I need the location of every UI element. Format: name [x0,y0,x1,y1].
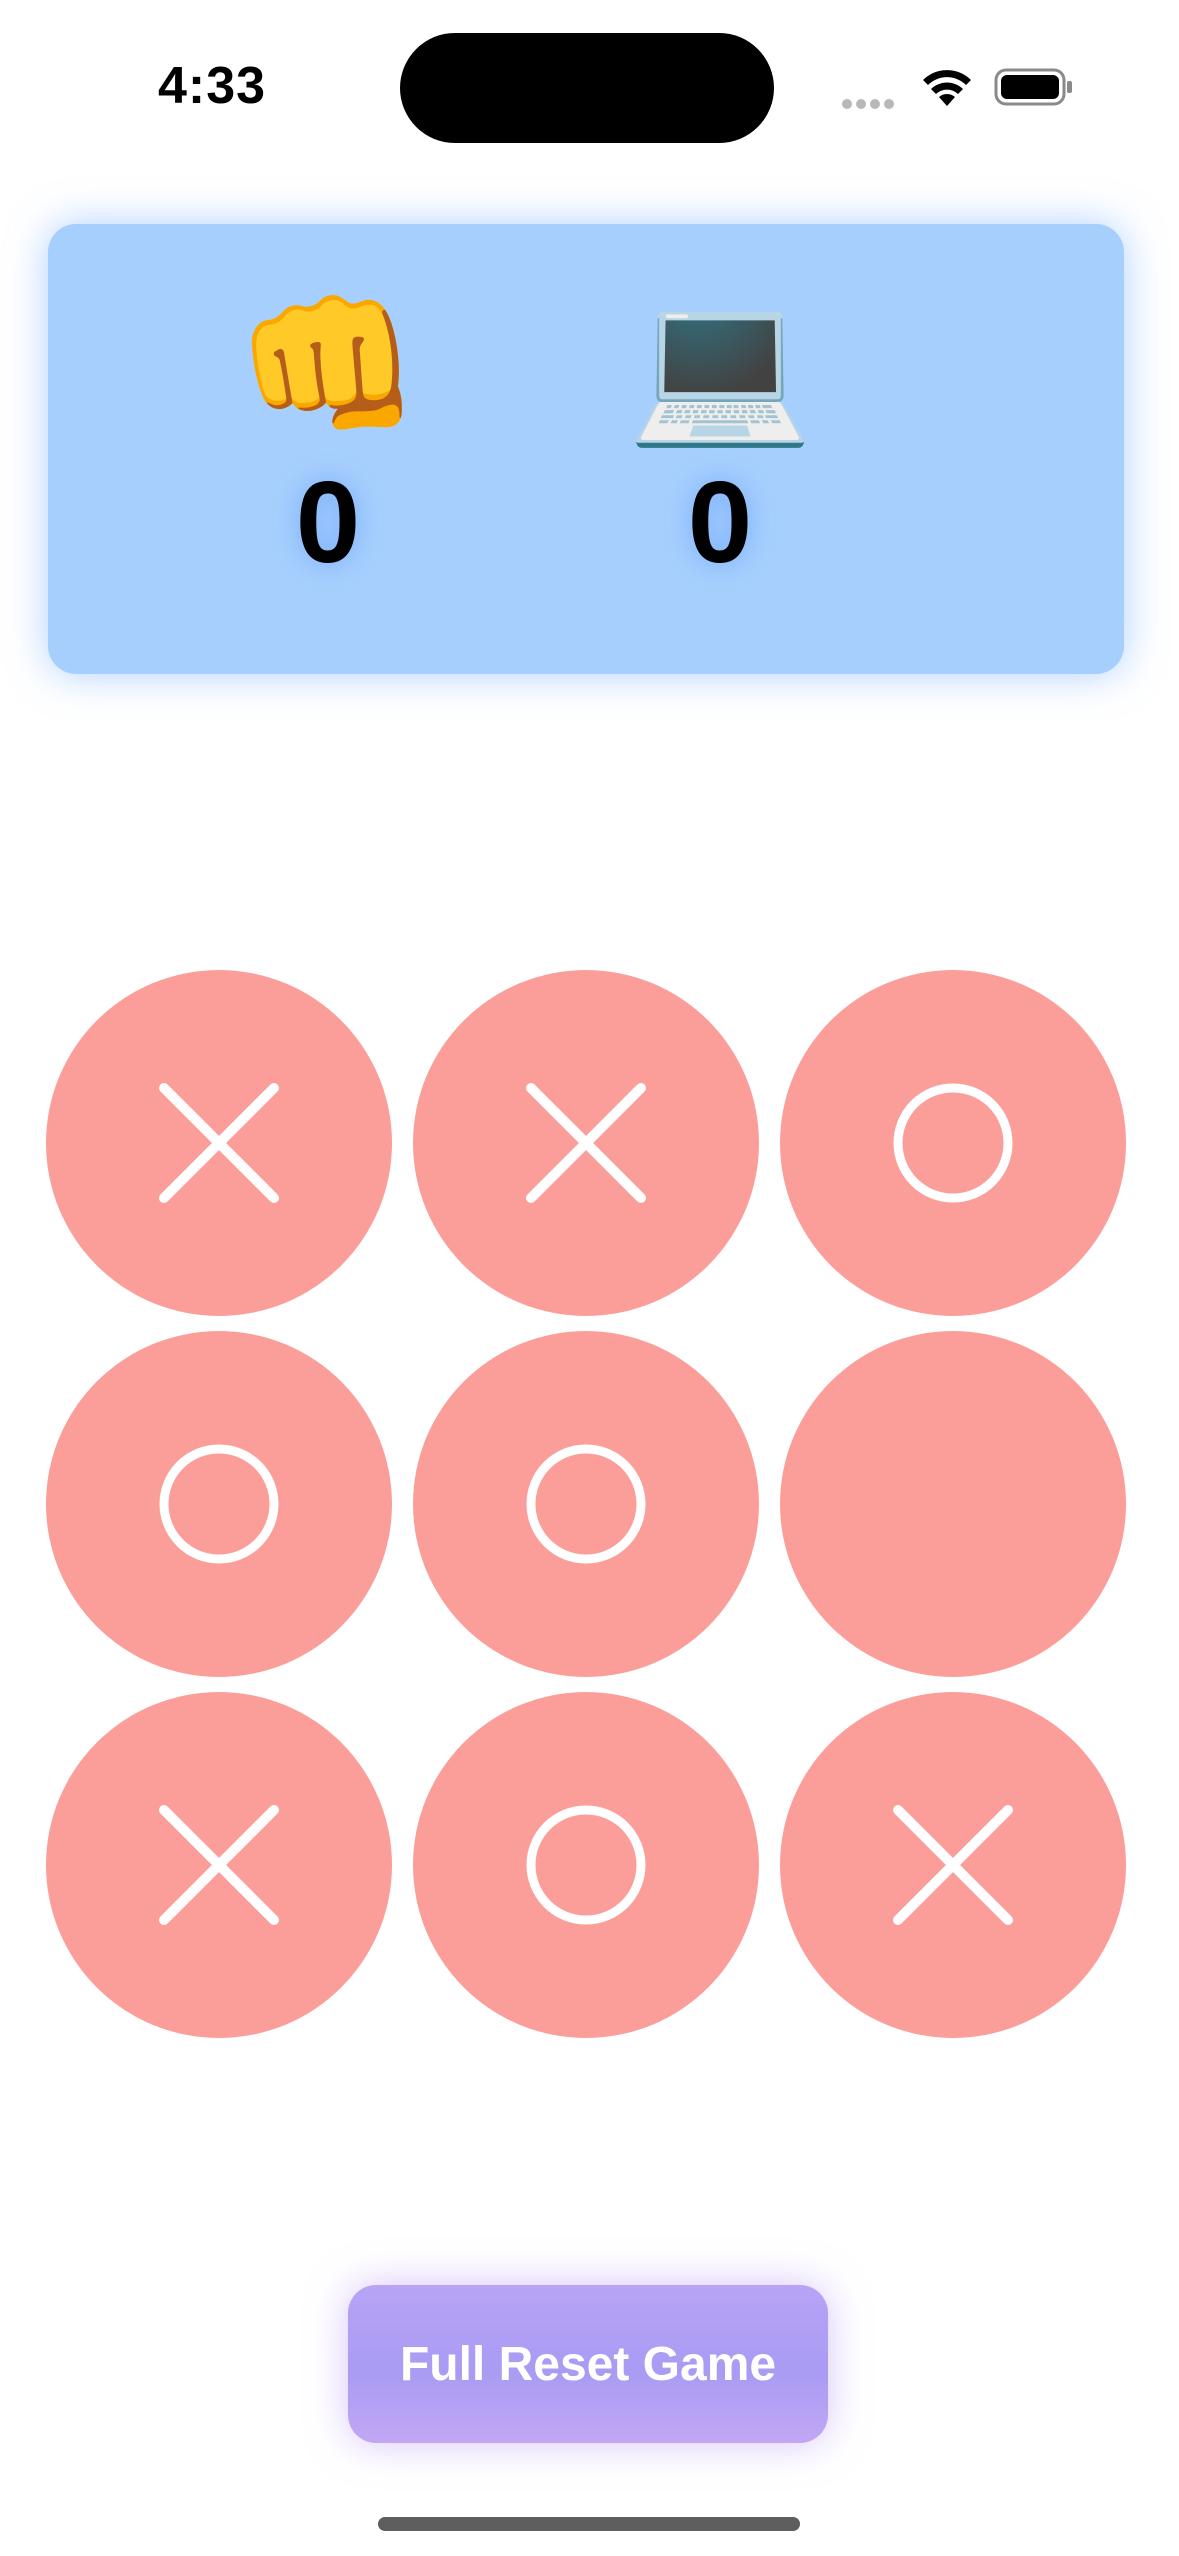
o-mark-icon [893,1083,1013,1203]
player-score-column: 👊 0 [218,280,438,592]
laptop-icon: 💻 [626,281,814,449]
home-indicator[interactable] [378,2517,800,2531]
board-cell-3-1[interactable] [46,1692,392,2038]
o-mark-icon [526,1805,646,1925]
full-reset-button-label: Full Reset Game [399,2337,777,2391]
board-cell-2-2[interactable] [413,1331,759,1677]
x-mark-icon [159,1083,279,1203]
x-mark-icon [893,1805,1013,1925]
game-screen: 4:33 👊 0 💻 0 Full Reset Game [0,0,1179,2556]
o-mark-icon [526,1444,646,1564]
board-cell-3-2[interactable] [413,1692,759,2038]
cellular-signal-icon [842,96,902,109]
dynamic-island [400,33,774,143]
status-time: 4:33 [158,57,267,115]
x-mark-icon [159,1805,279,1925]
game-board [46,970,1132,2045]
wifi-icon [923,70,971,106]
board-cell-1-1[interactable] [46,970,392,1316]
board-cell-2-1[interactable] [46,1331,392,1677]
board-cell-3-3[interactable] [780,1692,1126,2038]
player-score: 0 [295,457,361,587]
computer-score: 0 [687,457,753,587]
board-cell-2-3[interactable] [780,1331,1126,1677]
score-panel: 👊 0 💻 0 [48,224,1124,674]
full-reset-button[interactable]: Full Reset Game [348,2285,828,2443]
pointing-hand-icon: 👊 [234,281,422,449]
board-cell-1-2[interactable] [413,970,759,1316]
computer-score-column: 💻 0 [610,280,830,592]
x-mark-icon [526,1083,646,1203]
board-cell-1-3[interactable] [780,970,1126,1316]
battery-icon [994,68,1072,106]
o-mark-icon [159,1444,279,1564]
